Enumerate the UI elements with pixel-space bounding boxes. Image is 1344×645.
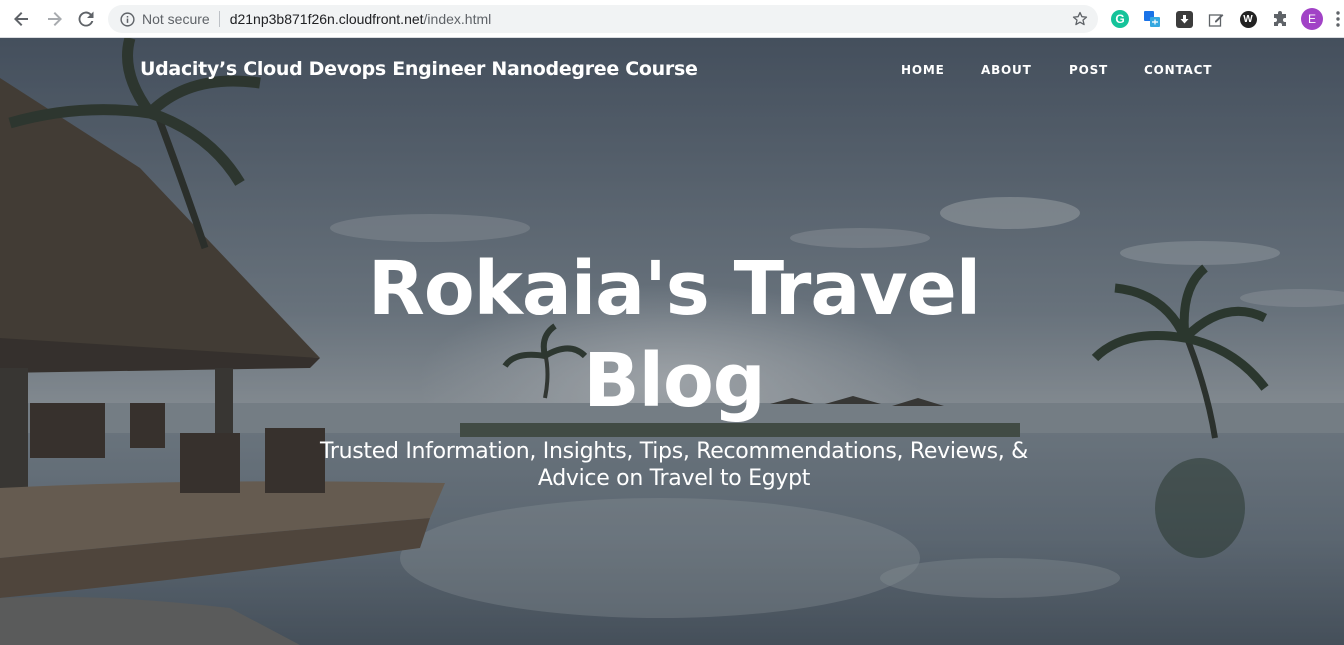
back-icon[interactable] [8, 5, 36, 33]
forward-icon[interactable] [40, 5, 68, 33]
browser-toolbar: Not secure d21np3b871f26n.cloudfront.net… [0, 0, 1344, 38]
hero-title-line-1: Rokaia's Travel [367, 246, 981, 332]
url-path: /index.html [423, 11, 492, 27]
url-host: d21np3b871f26n.cloudfront.net [229, 11, 424, 27]
nav-contact[interactable]: CONTACT [1144, 63, 1212, 77]
hero-subtitle: Trusted Information, Insights, Tips, Rec… [310, 438, 1038, 492]
divider [218, 11, 220, 27]
address-bar[interactable]: Not secure d21np3b871f26n.cloudfront.net… [108, 5, 1098, 33]
translate-extension-icon[interactable] [1142, 9, 1162, 29]
hero-section: Udacity’s Cloud Devops Engineer Nanodegr… [0, 38, 1344, 645]
profile-avatar[interactable]: E [1301, 8, 1323, 30]
security-status: Not secure [142, 11, 210, 27]
hero-title: Rokaia's Travel Blog [300, 243, 1048, 427]
hero-title-line-2: Blog [583, 338, 766, 424]
bookmark-star-icon[interactable] [1072, 11, 1088, 30]
download-extension-icon[interactable] [1174, 9, 1194, 29]
nav-post[interactable]: POST [1069, 63, 1108, 77]
nav-about[interactable]: ABOUT [981, 63, 1032, 77]
more-menu-icon[interactable] [1328, 9, 1344, 29]
w-extension-icon[interactable]: W [1238, 9, 1258, 29]
nav-home[interactable]: HOME [901, 63, 945, 77]
extensions-puzzle-icon[interactable] [1270, 9, 1290, 29]
grammarly-extension-icon[interactable]: G [1110, 9, 1130, 29]
hero-subtitle-line-2: Advice on Travel to Egypt [537, 466, 811, 491]
edit-extension-icon[interactable] [1206, 9, 1226, 29]
hero-subtitle-line-1: Trusted Information, Insights, Tips, Rec… [319, 439, 1029, 464]
reload-icon[interactable] [72, 5, 100, 33]
site-brand[interactable]: Udacity’s Cloud Devops Engineer Nanodegr… [140, 58, 698, 80]
info-icon[interactable] [120, 11, 136, 27]
